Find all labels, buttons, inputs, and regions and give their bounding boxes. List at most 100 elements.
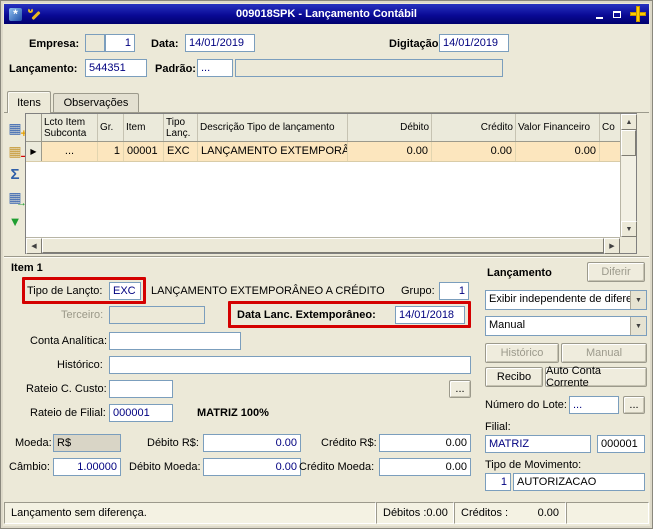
column-header-credito: Crédito — [432, 114, 516, 141]
toolbar-sum-button[interactable]: Σ — [6, 165, 24, 183]
wrench-icon — [27, 7, 42, 22]
debito-rs-field[interactable]: 0.00 — [203, 434, 301, 452]
tab-itens[interactable]: Itens — [7, 91, 51, 113]
scroll-up-button[interactable]: ▲ — [621, 114, 637, 130]
historico-button: Histórico — [485, 343, 559, 363]
empresa-label: Empresa: — [29, 38, 80, 50]
conta-analitica-label: Conta Analítica: — [30, 335, 108, 347]
rateio-custo-field[interactable] — [109, 380, 173, 398]
row-marker-icon: ▶ — [26, 142, 42, 161]
rateio-custo-ellipsis-button[interactable]: ... — [449, 380, 471, 398]
column-header-co: Co — [602, 122, 615, 133]
rateio-filial-field[interactable]: 000001 — [109, 404, 173, 422]
modo-combo[interactable]: Manual ▼ — [485, 316, 647, 336]
terceiro-label: Terceiro: — [61, 309, 104, 321]
tipo-movimento-desc-field[interactable]: AUTORIZACAO — [513, 473, 645, 491]
right-arrow-icon: ▶ — [609, 243, 615, 250]
credito-rs-field[interactable]: 0.00 — [379, 434, 471, 452]
empresa-field[interactable]: 1 — [105, 34, 135, 52]
grupo-label: Grupo: — [401, 285, 435, 297]
column-header-item: Item — [124, 114, 164, 141]
column-header-gr: Gr. — [98, 114, 124, 141]
numero-lote-label: Número do Lote: — [485, 399, 567, 411]
diferir-button: Diferir — [587, 262, 645, 282]
padrao-code-field[interactable]: ... — [197, 59, 233, 77]
scroll-down-button[interactable]: ▼ — [621, 221, 637, 237]
recibo-button[interactable]: Recibo — [485, 367, 543, 387]
data-field[interactable]: 14/01/2019 — [185, 34, 255, 52]
column-header-debito: Débito — [348, 114, 432, 141]
toolbar-delete-item-button[interactable]: ▦ − — [6, 142, 27, 163]
horizontal-scroll-thumb[interactable] — [42, 238, 604, 253]
annotation-data-extemporaneo — [228, 301, 471, 328]
credito-rs-label: Crédito R$: — [321, 437, 377, 449]
cell-valor-financeiro: 0.00 — [516, 142, 600, 161]
cambio-field[interactable]: 1.00000 — [53, 458, 121, 476]
column-header-subconta: Lcto Item Subconta — [42, 114, 98, 141]
filial-code-field: 000001 — [597, 435, 645, 453]
status-message: Lançamento sem diferença. — [4, 502, 376, 524]
scroll-left-button[interactable]: ◀ — [26, 238, 42, 254]
vertical-scroll-thumb[interactable] — [621, 130, 636, 156]
plus-button[interactable] — [630, 6, 646, 22]
app-window: 009018SPK - Lançamento Contábil Empresa:… — [0, 0, 653, 529]
auto-conta-corrente-button[interactable]: Auto Conta Corrente — [545, 365, 647, 389]
numero-lote-ellipsis-button[interactable]: ... — [623, 396, 645, 414]
historico-field[interactable] — [109, 356, 471, 374]
toolbar-add-item-button[interactable]: ▦ + — [6, 119, 27, 140]
creditos-value: 0.00 — [537, 507, 559, 519]
grid-header-row: Lcto Item Subconta Gr. Item Tipo Lanç. D… — [26, 114, 620, 142]
rateio-custo-label: Rateio C. Custo: — [26, 383, 107, 395]
table-row[interactable]: ▶ ... 1 00001 EXC LANÇAMENTO EXTEMPORÂNE… — [26, 142, 620, 162]
column-header-tipo-lanc: Tipo Lanç. — [164, 114, 198, 141]
minimize-button[interactable] — [591, 7, 607, 21]
status-bar: Lançamento sem diferença. Débitos : 0.00… — [4, 502, 649, 524]
filial-field[interactable]: MATRIZ — [485, 435, 591, 453]
sigma-icon: Σ — [10, 166, 20, 183]
credito-moeda-field[interactable]: 0.00 — [379, 458, 471, 476]
cell-item: 00001 — [124, 142, 164, 161]
column-header-descricao: Descrição Tipo de lançamento — [198, 114, 348, 141]
title-bar[interactable]: 009018SPK - Lançamento Contábil — [4, 4, 649, 24]
tipo-movimento-label: Tipo de Movimento: — [485, 459, 582, 471]
credito-moeda-label: Crédito Moeda: — [299, 461, 375, 473]
digitacao-field[interactable]: 14/01/2019 — [439, 34, 509, 52]
chevron-down-icon: ▼ — [630, 291, 646, 309]
debito-rs-label: Débito R$: — [147, 437, 199, 449]
cambio-label: Câmbio: — [9, 461, 50, 473]
vertical-scrollbar[interactable]: ▲ ▼ — [620, 114, 637, 237]
scroll-right-button[interactable]: ▶ — [604, 238, 620, 254]
maximize-button[interactable] — [609, 7, 625, 21]
maximize-icon — [613, 10, 621, 18]
tipo-movimento-code-field[interactable]: 1 — [485, 473, 511, 491]
item-title: Item 1 — [11, 262, 43, 274]
lancamento-label: Lançamento: — [9, 63, 78, 75]
exibir-combo[interactable]: Exibir independente de difere ▼ — [485, 290, 647, 310]
status-creditos: Créditos : 0.00 — [454, 502, 566, 524]
cell-debito: 0.00 — [348, 142, 432, 161]
grupo-field[interactable]: 1 — [439, 282, 469, 300]
filial-label: Filial: — [485, 421, 511, 433]
debito-moeda-field[interactable]: 0.00 — [203, 458, 301, 476]
scrollbar-corner — [620, 237, 636, 253]
conta-analitica-field[interactable] — [109, 332, 241, 350]
tab-observacoes[interactable]: Observações — [53, 93, 139, 112]
app-logo-icon — [9, 7, 22, 21]
manual-button: Manual — [561, 343, 647, 363]
horizontal-scrollbar[interactable]: ◀ ▶ — [26, 237, 620, 254]
debito-moeda-label: Débito Moeda: — [129, 461, 201, 473]
cell-subconta[interactable]: ... — [42, 142, 98, 161]
numero-lote-field[interactable]: ... — [569, 396, 619, 414]
digitacao-label: Digitação: — [389, 38, 443, 50]
creditos-label: Créditos : — [461, 507, 509, 519]
left-arrow-icon: ◀ — [31, 243, 37, 250]
toolbar-goto-last-button[interactable]: ▼ — [6, 212, 24, 230]
lancamento-field[interactable]: 544351 — [85, 59, 147, 77]
toolbar-transfer-button[interactable]: ▦ → — [6, 188, 27, 209]
cell-co — [600, 142, 620, 161]
items-grid: Lcto Item Subconta Gr. Item Tipo Lanç. D… — [25, 113, 637, 254]
chevron-down-icon: ▼ — [630, 317, 646, 335]
moeda-label: Moeda: — [15, 437, 52, 449]
debitos-value: 0.00 — [426, 507, 448, 519]
up-arrow-icon: ▲ — [625, 118, 633, 126]
